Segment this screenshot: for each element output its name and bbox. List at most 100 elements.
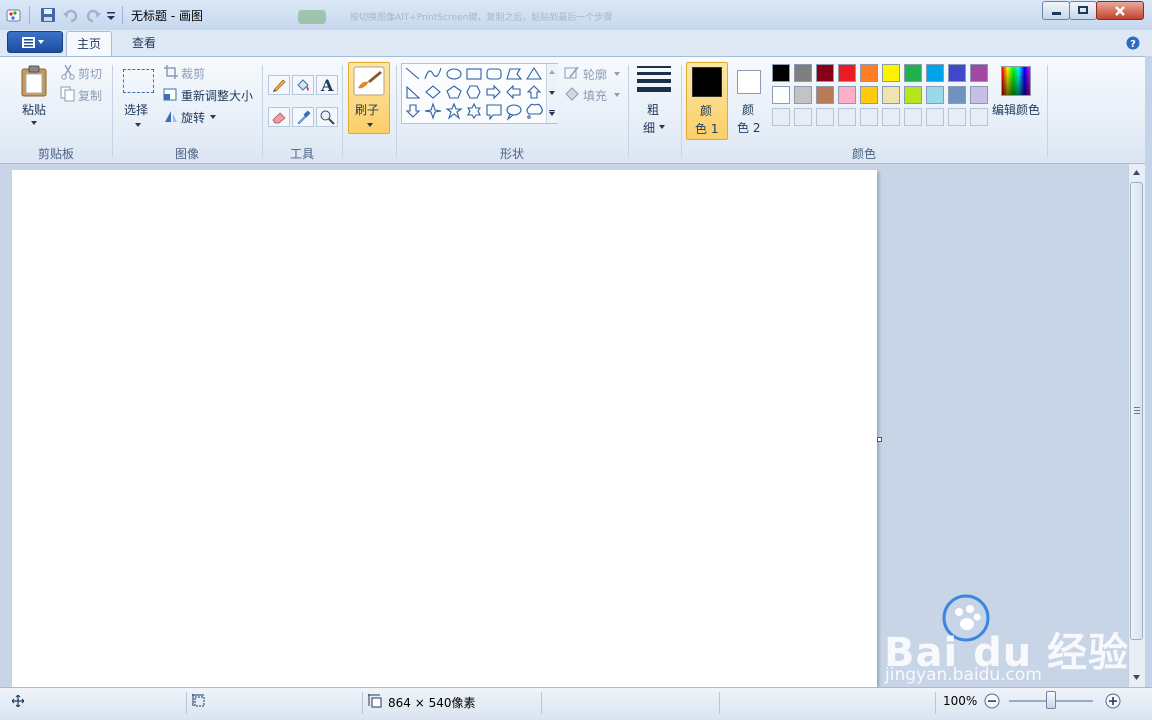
- palette-swatch[interactable]: [860, 64, 878, 82]
- paint-app-icon[interactable]: [6, 7, 22, 23]
- maximize-button[interactable]: [1069, 1, 1097, 20]
- fill-button[interactable]: 填充: [564, 86, 624, 104]
- right-triangle-shape-icon[interactable]: [406, 85, 421, 99]
- rounded-rectangle-shape-icon[interactable]: [486, 68, 502, 80]
- hexagon-shape-icon[interactable]: [466, 85, 481, 99]
- palette-swatch[interactable]: [926, 64, 944, 82]
- canvas-resize-handle[interactable]: [877, 437, 882, 442]
- size-button[interactable]: 粗 细: [634, 63, 676, 137]
- oval-shape-icon[interactable]: [446, 68, 462, 80]
- custom-color-slot[interactable]: [882, 108, 900, 126]
- brushes-button[interactable]: 刷子: [348, 62, 390, 134]
- custom-color-slot[interactable]: [926, 108, 944, 126]
- vertical-scroll-thumb[interactable]: [1130, 182, 1143, 640]
- palette-swatch[interactable]: [772, 86, 790, 104]
- color2-button[interactable]: 颜 色 2: [730, 62, 770, 140]
- select-label: 选择: [124, 103, 149, 117]
- help-icon[interactable]: ?: [1126, 36, 1140, 50]
- custom-color-slot[interactable]: [838, 108, 856, 126]
- clipboard-icon: [21, 65, 47, 97]
- custom-color-slot[interactable]: [860, 108, 878, 126]
- paste-button[interactable]: 粘贴: [14, 63, 54, 135]
- chevron-up-icon[interactable]: [549, 70, 555, 74]
- redo-icon[interactable]: [86, 7, 102, 23]
- text-tool[interactable]: A: [316, 75, 338, 95]
- zoom-in-icon[interactable]: [1105, 693, 1121, 709]
- custom-color-slot[interactable]: [772, 108, 790, 126]
- triangle-shape-icon[interactable]: [525, 66, 543, 80]
- shapes-scroll[interactable]: [546, 64, 558, 123]
- quick-access-dropdown-icon[interactable]: [106, 7, 116, 23]
- palette-swatch[interactable]: [838, 86, 856, 104]
- outline-button[interactable]: 轮廓: [564, 65, 624, 83]
- four-point-star-shape-icon[interactable]: [424, 102, 442, 120]
- resize-button[interactable]: 重新调整大小: [162, 85, 258, 103]
- chevron-down-icon[interactable]: [549, 91, 555, 95]
- select-button[interactable]: 选择: [118, 63, 158, 135]
- color-picker-tool[interactable]: [292, 107, 314, 127]
- close-button[interactable]: [1096, 1, 1144, 20]
- custom-color-slot[interactable]: [816, 108, 834, 126]
- six-point-star-shape-icon[interactable]: [466, 102, 482, 119]
- custom-color-slot[interactable]: [904, 108, 922, 126]
- tab-view[interactable]: 查看: [122, 31, 166, 56]
- cut-button[interactable]: 剪切: [58, 63, 108, 81]
- oval-callout-shape-icon[interactable]: [506, 104, 522, 121]
- custom-color-slot[interactable]: [948, 108, 966, 126]
- tab-home[interactable]: 主页: [66, 31, 112, 56]
- scroll-down-arrow-icon[interactable]: [1133, 675, 1140, 680]
- rectangle-shape-icon[interactable]: [466, 68, 482, 80]
- palette-swatch[interactable]: [860, 86, 878, 104]
- palette-swatch[interactable]: [882, 64, 900, 82]
- crop-button[interactable]: 裁剪: [162, 63, 222, 81]
- pencil-tool[interactable]: [268, 75, 290, 95]
- polygon-shape-icon[interactable]: [506, 68, 523, 80]
- palette-swatch[interactable]: [882, 86, 900, 104]
- palette-swatch[interactable]: [794, 64, 812, 82]
- palette-swatch[interactable]: [970, 86, 988, 104]
- ribbon-separator: [112, 65, 113, 157]
- palette-swatch[interactable]: [838, 64, 856, 82]
- scissors-icon: [61, 64, 75, 80]
- status-separator: [935, 692, 936, 714]
- down-arrow-shape-icon[interactable]: [405, 104, 421, 118]
- custom-color-slot[interactable]: [794, 108, 812, 126]
- scroll-up-arrow-icon[interactable]: [1133, 170, 1140, 175]
- palette-swatch[interactable]: [970, 64, 988, 82]
- palette-swatch[interactable]: [816, 64, 834, 82]
- pentagon-shape-icon[interactable]: [446, 85, 462, 99]
- diamond-shape-icon[interactable]: [425, 85, 441, 99]
- palette-swatch[interactable]: [772, 64, 790, 82]
- eraser-tool[interactable]: [268, 107, 290, 127]
- curve-shape-icon[interactable]: [424, 67, 442, 80]
- drawing-canvas[interactable]: [12, 170, 877, 687]
- palette-swatch[interactable]: [904, 64, 922, 82]
- expand-gallery-icon[interactable]: [549, 110, 555, 116]
- copy-button[interactable]: 复制: [58, 85, 108, 103]
- right-arrow-shape-icon[interactable]: [486, 84, 501, 100]
- custom-color-slot[interactable]: [970, 108, 988, 126]
- edit-colors-button[interactable]: 编辑颜色: [992, 63, 1042, 123]
- line-shape-icon[interactable]: [405, 67, 420, 80]
- undo-icon[interactable]: [62, 7, 78, 23]
- fill-tool[interactable]: [292, 75, 314, 95]
- cloud-callout-shape-icon[interactable]: [526, 103, 543, 119]
- palette-swatch[interactable]: [904, 86, 922, 104]
- color1-button[interactable]: 颜 色 1: [686, 62, 728, 140]
- rotate-button[interactable]: 旋转: [162, 107, 222, 125]
- zoom-out-icon[interactable]: [984, 693, 1000, 709]
- app-menu-button[interactable]: [7, 31, 63, 53]
- left-arrow-shape-icon[interactable]: [506, 84, 521, 100]
- palette-swatch[interactable]: [926, 86, 944, 104]
- save-icon[interactable]: [40, 7, 56, 23]
- five-point-star-shape-icon[interactable]: [445, 102, 463, 120]
- magnifier-tool[interactable]: [316, 107, 338, 127]
- minimize-button[interactable]: [1042, 1, 1070, 20]
- palette-swatch[interactable]: [948, 64, 966, 82]
- palette-swatch[interactable]: [816, 86, 834, 104]
- up-arrow-shape-icon[interactable]: [526, 85, 542, 99]
- palette-swatch[interactable]: [794, 86, 812, 104]
- zoom-slider-thumb[interactable]: [1046, 691, 1056, 709]
- rect-callout-shape-icon[interactable]: [486, 104, 502, 121]
- palette-swatch[interactable]: [948, 86, 966, 104]
